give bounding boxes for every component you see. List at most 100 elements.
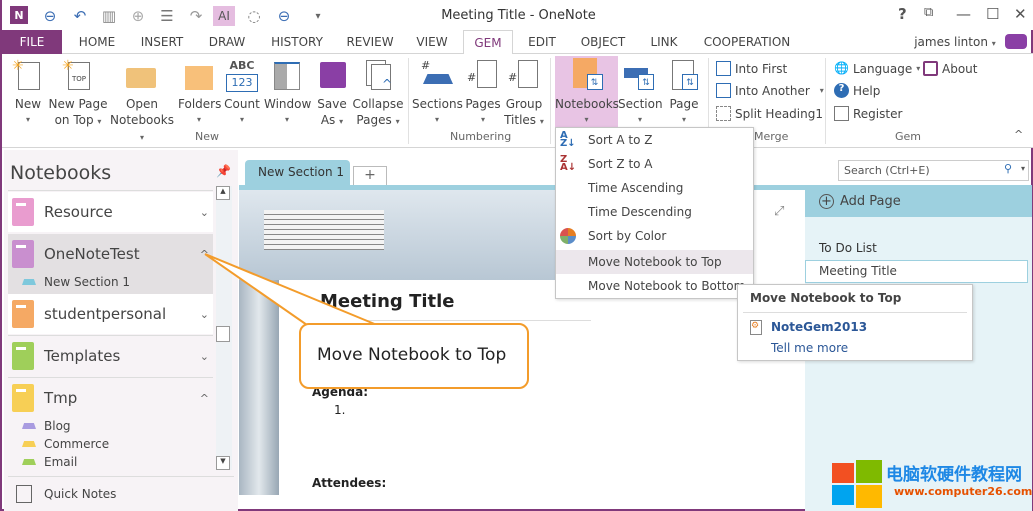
scroll-down-button[interactable]: ▼ xyxy=(216,456,230,470)
menu-item-time-ascending[interactable]: Time Ascending xyxy=(556,176,753,200)
menu-item-move-notebook-bottom[interactable]: Move Notebook to Bottom xyxy=(556,274,753,298)
split-icon xyxy=(716,106,731,121)
section-icon xyxy=(22,279,36,285)
minimize-button[interactable]: — xyxy=(956,5,971,23)
collapse-pages-button[interactable]: ^ Collapse Pages ▾ xyxy=(352,58,404,130)
into-another-button[interactable]: Into Another ▾ xyxy=(716,83,824,98)
separator xyxy=(825,58,826,144)
menu-item-time-descending[interactable]: Time Descending xyxy=(556,200,753,224)
save-icon xyxy=(316,58,348,92)
maximize-button[interactable]: ☐ xyxy=(986,5,999,23)
merge-icon xyxy=(716,61,731,76)
notebooks-button[interactable]: ⇅ Notebooks ▾ xyxy=(555,56,619,128)
open-notebooks-button[interactable]: Open Notebooks ▾ xyxy=(108,58,176,146)
menu-item-sort-z-a[interactable]: Z A↓ Sort Z to A xyxy=(556,152,753,176)
group-titles-button[interactable]: # Group Titles ▾ xyxy=(504,58,544,130)
help-ribbon-button[interactable]: ? Help xyxy=(834,83,880,98)
group-label-numbering: Numbering xyxy=(450,130,512,143)
language-button[interactable]: 🌐 Language ▾ xyxy=(834,61,920,76)
plus-circle-icon: + xyxy=(819,194,834,209)
notebook-templates[interactable]: Templates ⌄ xyxy=(8,336,213,376)
about-button[interactable]: About xyxy=(923,61,977,76)
notebook-icon xyxy=(12,300,34,328)
add-section-tab[interactable]: + xyxy=(353,166,387,186)
user-name: james linton xyxy=(914,35,988,49)
tab-draw[interactable]: DRAW xyxy=(202,30,252,54)
collapse-ribbon-icon[interactable]: ^ xyxy=(1014,128,1023,141)
tab-gem[interactable]: GEM xyxy=(463,30,513,55)
tab-cooperation[interactable]: COOPERATION xyxy=(702,30,792,54)
group-label-gem: Gem xyxy=(895,130,922,143)
tab-link[interactable]: LINK xyxy=(646,30,682,54)
chevron-down-icon[interactable]: ⌄ xyxy=(200,206,209,219)
section-sort-button[interactable]: ⇅ Section ▾ xyxy=(618,58,663,128)
help-button[interactable]: ? xyxy=(898,5,907,23)
pages-button[interactable]: # Pages ▾ xyxy=(464,58,502,128)
chevron-up-icon[interactable]: ^ xyxy=(200,392,209,405)
ribbon-display-button[interactable]: ⧉ xyxy=(924,5,933,20)
split-heading-button[interactable]: Split Heading1 xyxy=(716,106,823,121)
menu-item-sort-a-z[interactable]: A Z↓ Sort A to Z xyxy=(556,128,753,152)
watermark-url: www.computer26.com xyxy=(894,485,1033,498)
tab-file[interactable]: FILE xyxy=(2,30,62,54)
search-box[interactable]: Search (Ctrl+E) ⚲ ▾ xyxy=(838,160,1029,181)
section-new-section-1[interactable]: New Section 1 xyxy=(22,275,130,289)
count-button[interactable]: ABC 123 Count ▾ xyxy=(222,58,262,128)
agenda-item[interactable]: 1. xyxy=(334,403,345,417)
new-page-on-top-button[interactable]: TOP ✳ New Page on Top ▾ xyxy=(48,58,108,130)
notebook-icon xyxy=(12,240,34,268)
save-as-button[interactable]: Save As ▾ xyxy=(314,58,350,130)
ribbon: ✳ New ▾ TOP ✳ New Page on Top ▾ Open Noteboo… xyxy=(2,54,1033,148)
into-first-button[interactable]: Into First xyxy=(716,61,787,76)
tell-me-more-link[interactable]: Tell me more xyxy=(771,341,848,355)
search-input[interactable]: Search (Ctrl+E) xyxy=(844,164,930,177)
scroll-up-button[interactable]: ▲ xyxy=(216,186,230,200)
notebook-studentpersonal[interactable]: studentpersonal ⌄ xyxy=(8,294,213,334)
tab-review[interactable]: REVIEW xyxy=(342,30,398,54)
new-button[interactable]: ✳ New ▾ xyxy=(8,58,48,128)
section-blog[interactable]: Blog xyxy=(22,419,71,433)
menu-item-sort-by-color[interactable]: Sort by Color xyxy=(556,224,753,248)
window-icon xyxy=(271,58,303,92)
tab-object[interactable]: OBJECT xyxy=(576,30,630,54)
new-page-icon: ✳ xyxy=(12,58,44,92)
pin-icon[interactable]: 📌 xyxy=(216,164,231,178)
attendees-label[interactable]: Attendees: xyxy=(312,476,386,490)
notebook-onenotetest[interactable]: OneNoteTest ^ xyxy=(8,234,213,274)
tooltip-title: Move Notebook to Top xyxy=(750,291,902,305)
folder-icon xyxy=(183,58,215,92)
notebook-resource[interactable]: Resource ⌄ xyxy=(8,192,213,232)
quick-notes-button[interactable]: Quick Notes xyxy=(16,485,116,503)
menu-item-move-notebook-top[interactable]: Move Notebook to Top xyxy=(556,250,753,274)
tab-home[interactable]: HOME xyxy=(70,30,124,54)
section-icon xyxy=(22,423,36,429)
notebook-tmp[interactable]: Tmp ^ xyxy=(8,378,213,418)
page-sort-button[interactable]: ⇅ Page ▾ xyxy=(664,58,704,128)
folders-button[interactable]: Folders ▾ xyxy=(178,58,221,128)
sections-button[interactable]: # Sections ▾ xyxy=(412,58,463,128)
tab-insert[interactable]: INSERT xyxy=(134,30,190,54)
group-label-merge: Merge xyxy=(754,130,789,143)
add-page-button[interactable]: + Add Page xyxy=(819,194,901,209)
page-item-meeting-title[interactable]: Meeting Title xyxy=(805,260,1028,283)
section-email[interactable]: Email xyxy=(22,455,77,469)
help-icon: ? xyxy=(834,83,849,98)
section-commerce[interactable]: Commerce xyxy=(22,437,109,451)
tab-history[interactable]: HISTORY xyxy=(264,30,330,54)
register-button[interactable]: Register xyxy=(834,106,902,121)
page-item-to-do-list[interactable]: To Do List xyxy=(819,241,877,255)
window-button[interactable]: Window ▾ xyxy=(264,58,311,128)
user-avatar[interactable] xyxy=(1005,34,1027,49)
sort-a-z-icon: A Z↓ xyxy=(560,130,576,149)
search-scope-dropdown[interactable]: ▾ xyxy=(1021,164,1025,173)
expand-icon[interactable]: ⤢ xyxy=(774,204,784,219)
chevron-down-icon[interactable]: ⌄ xyxy=(200,350,209,363)
tab-view[interactable]: VIEW xyxy=(410,30,454,54)
section-tab-new-section-1[interactable]: New Section 1 xyxy=(245,160,350,186)
search-icon[interactable]: ⚲ xyxy=(1004,162,1012,175)
close-button[interactable]: ✕ xyxy=(1014,5,1027,23)
separator xyxy=(550,58,551,144)
callout-pointer xyxy=(204,253,378,326)
user-account[interactable]: james linton ▾ xyxy=(910,30,1000,54)
tab-edit[interactable]: EDIT xyxy=(522,30,562,54)
